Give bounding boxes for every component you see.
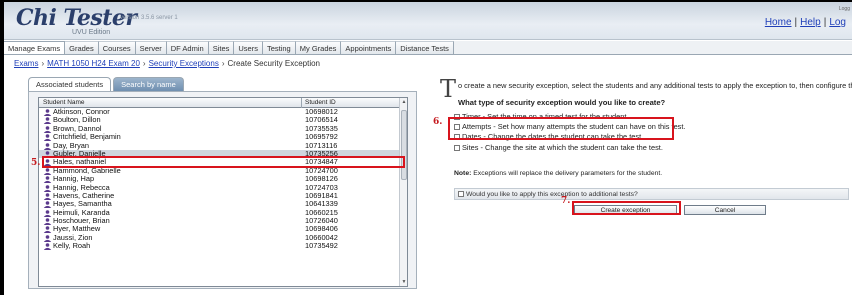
annotation-box-attempts-dates	[448, 117, 674, 140]
tab-associated-students[interactable]: Associated students	[28, 77, 112, 91]
student-icon	[43, 125, 52, 133]
additional-tests-label: Would you like to apply this exception t…	[466, 191, 638, 198]
additional-tests-checkbox[interactable]	[458, 191, 464, 198]
help-link[interactable]: Help	[800, 17, 821, 28]
annotation-box-create	[572, 201, 681, 215]
column-divider[interactable]	[301, 98, 302, 108]
exception-type-question: What type of security exception would yo…	[458, 98, 666, 107]
intro-drop-cap: T	[440, 75, 457, 103]
option-sites-label: Sites - Change the site at which the stu…	[462, 143, 663, 152]
table-row[interactable]: Kelly, Roah 10735492	[39, 241, 401, 251]
student-icon	[43, 226, 52, 234]
cancel-button[interactable]: Cancel	[684, 205, 766, 215]
top-links: Home | Help | Log	[764, 17, 846, 28]
student-list-box: Student Name Student ID Atkinson, Connor…	[28, 91, 417, 289]
student-name: Kelly, Roah	[53, 241, 91, 251]
logo-version: version 3.5.6 server 1	[120, 15, 178, 21]
annotation-step-6: 6.	[433, 117, 443, 127]
home-link[interactable]: Home	[765, 17, 792, 28]
student-icon	[43, 201, 52, 209]
breadcrumb-exam[interactable]: MATH 1050 H24 Exam 20	[47, 59, 140, 68]
breadcrumb: Exams › MATH 1050 H24 Exam 20 › Security Exc…	[14, 59, 321, 68]
tab-search-by-name[interactable]: Search by name	[113, 77, 184, 91]
exception-panel: T o create a new security exception, sel…	[440, 77, 852, 292]
logout-link[interactable]: Log	[829, 17, 846, 28]
annotation-step-5: 5.	[31, 158, 41, 168]
tab-sites[interactable]: Sites	[208, 41, 235, 54]
app-window: Chi Tester version 3.5.6 server 1 UVU Ed…	[4, 2, 852, 295]
main-nav: Manage Exams Grades Courses Server DF Admin S…	[4, 41, 852, 55]
column-student-id[interactable]: Student ID	[305, 99, 336, 106]
breadcrumb-exams[interactable]: Exams	[14, 59, 38, 68]
student-icon	[43, 193, 52, 200]
student-icon	[43, 134, 52, 142]
student-table: Student Name Student ID Atkinson, Connor…	[38, 97, 408, 287]
student-icon	[43, 109, 52, 116]
student-panel: Associated students Search by name Studen…	[28, 77, 417, 289]
table-row[interactable]: Critchfield, Benjamin 10695792	[39, 132, 401, 142]
student-icon	[43, 142, 52, 150]
intro-text: o create a new security exception, selec…	[458, 81, 852, 90]
student-icon	[43, 209, 52, 217]
table-row[interactable]: Jaussi, Zion 10660042	[39, 233, 401, 242]
app-header: Chi Tester version 3.5.6 server 1 UVU Ed…	[4, 2, 852, 40]
tab-appointments[interactable]: Appointments	[341, 41, 397, 54]
annotation-box-student	[42, 156, 405, 168]
tab-courses[interactable]: Courses	[98, 41, 136, 54]
student-icon	[43, 243, 52, 251]
breadcrumb-current: Create Security Exception	[227, 59, 321, 68]
note: Note: Exceptions will replace the delive…	[454, 170, 662, 177]
tab-grades[interactable]: Grades	[65, 41, 99, 54]
scroll-up-icon[interactable]: ▲	[400, 98, 407, 106]
student-icon	[43, 184, 52, 192]
student-scrollbar[interactable]: ▲ ▼	[399, 98, 407, 286]
scroll-down-icon[interactable]: ▼	[400, 278, 407, 286]
logo-edition: UVU Edition	[72, 29, 111, 36]
breadcrumb-security-exceptions[interactable]: Security Exceptions	[149, 59, 219, 68]
student-icon	[43, 176, 52, 184]
tab-my-grades[interactable]: My Grades	[295, 41, 342, 54]
sites-checkbox[interactable]	[454, 145, 460, 152]
tab-distance-tests[interactable]: Distance Tests	[396, 41, 454, 54]
option-sites[interactable]: Sites - Change the site at which the stu…	[454, 143, 663, 152]
student-icon	[43, 235, 52, 242]
tab-manage-exams[interactable]: Manage Exams	[4, 41, 66, 54]
scroll-thumb[interactable]	[401, 110, 407, 180]
student-id: 10735492	[305, 241, 338, 251]
tab-df-admin[interactable]: DF Admin	[166, 41, 209, 54]
note-text: Exceptions will replace the delivery par…	[473, 170, 663, 177]
table-row[interactable]: Hyer, Matthew 10698406	[39, 225, 401, 234]
student-icon	[43, 218, 52, 226]
column-student-name[interactable]: Student Name	[43, 99, 85, 106]
student-rows: Atkinson, Connor 10698012 Boulton, Dillon 1…	[39, 107, 401, 251]
login-tag: Logg	[838, 6, 850, 12]
student-icon	[43, 117, 52, 125]
chi-tester-logo: Chi Tester	[16, 5, 137, 31]
tab-server[interactable]: Server	[135, 41, 167, 54]
student-icon	[43, 167, 52, 175]
tab-users[interactable]: Users	[234, 41, 263, 54]
student-subtabs: Associated students Search by name	[28, 77, 186, 91]
note-label: Note:	[454, 170, 472, 177]
annotation-step-7: 7.	[561, 196, 571, 206]
tab-testing[interactable]: Testing	[262, 41, 296, 54]
additional-tests-toggle[interactable]: Would you like to apply this exception t…	[454, 188, 849, 200]
